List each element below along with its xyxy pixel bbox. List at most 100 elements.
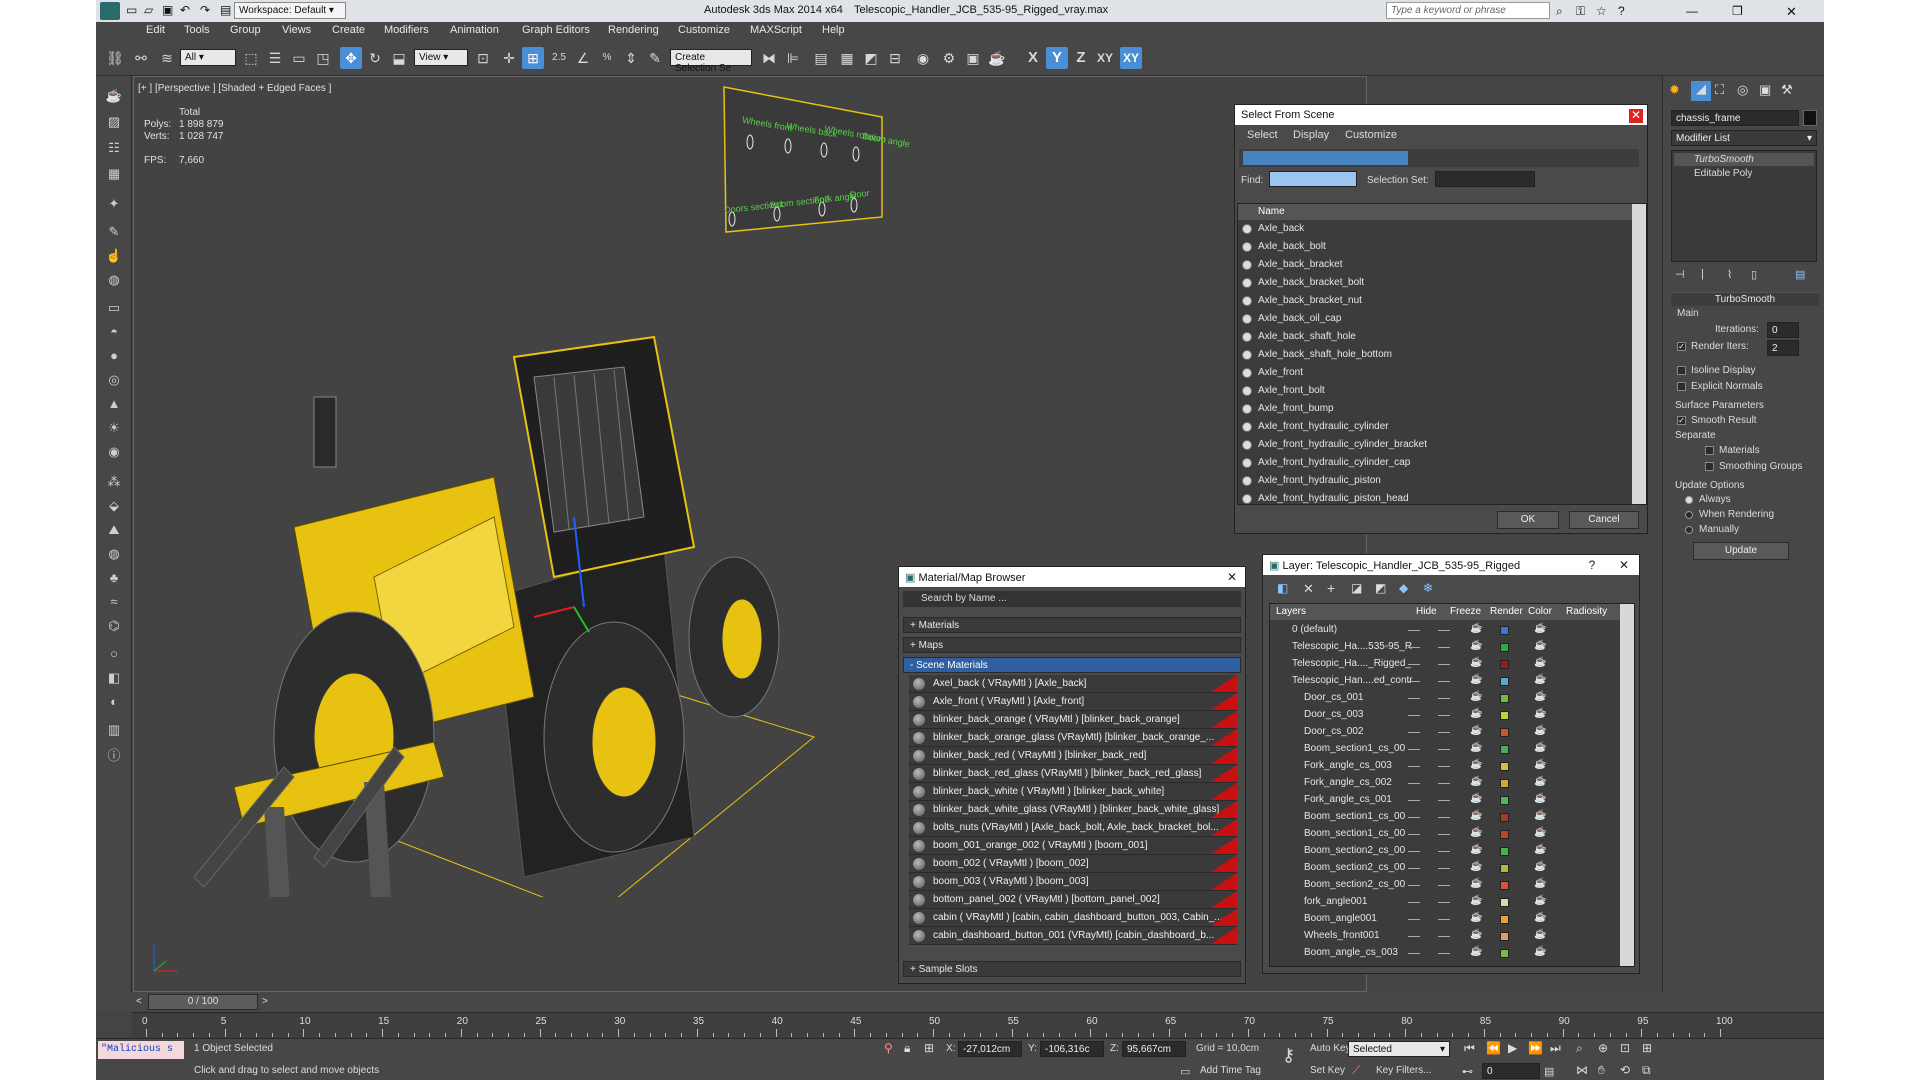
render-teapot-icon[interactable]: ☕	[1470, 657, 1482, 668]
utilities-tab-icon[interactable]: ⚒	[1781, 82, 1793, 98]
edit-named-selection-icon[interactable]: ✎	[644, 47, 666, 69]
hide-toggle[interactable]	[1408, 749, 1420, 750]
layer-color-swatch[interactable]	[1500, 898, 1509, 907]
axis-z-button[interactable]: Z	[1070, 47, 1092, 69]
list-icon[interactable]: ☷	[103, 138, 125, 158]
smooth-result-checkbox[interactable]: ✓	[1677, 416, 1686, 425]
radiosity-teapot-icon[interactable]: ☕	[1534, 827, 1546, 838]
layer-row[interactable]: 0 (default) ☕ ☕	[1274, 622, 1606, 639]
object-type-filters[interactable]	[1243, 151, 1543, 165]
layer-color-swatch[interactable]	[1500, 932, 1509, 941]
material-item[interactable]: bottom_panel_002 ( VRayMtl ) [bottom_pan…	[909, 891, 1237, 909]
display-tab-icon[interactable]: ▣	[1759, 82, 1771, 98]
section-sample-slots[interactable]: + Sample Slots	[903, 961, 1241, 977]
layer-color-swatch[interactable]	[1500, 660, 1509, 669]
key-filters-button[interactable]: Key Filters...	[1376, 1065, 1432, 1076]
previous-frame-icon[interactable]: ⏪	[1486, 1041, 1501, 1055]
rendered-frame-icon[interactable]: ▣	[962, 47, 984, 69]
layer-row[interactable]: Door_cs_002 ☕ ☕	[1274, 724, 1606, 741]
mountain-icon[interactable]: ⛰	[103, 520, 125, 540]
radiosity-teapot-icon[interactable]: ☕	[1534, 640, 1546, 651]
axis-y-button[interactable]: Y	[1046, 47, 1068, 69]
projection-icon[interactable]: ◧	[103, 668, 125, 688]
hide-all-icon[interactable]: ◆	[1399, 581, 1408, 595]
render-setup-icon[interactable]: ⚙	[938, 47, 960, 69]
radiosity-teapot-icon[interactable]: ☕	[1534, 895, 1546, 906]
photo-icon[interactable]: ▨	[103, 112, 125, 132]
select-scene-titlebar[interactable]: Select From Scene	[1235, 105, 1647, 125]
open-file-icon[interactable]: ▱	[144, 3, 153, 17]
render-teapot-icon[interactable]: ☕	[1470, 742, 1482, 753]
render-teapot-icon[interactable]: ☕	[1470, 895, 1482, 906]
radiosity-teapot-icon[interactable]: ☕	[1534, 674, 1546, 685]
list-item[interactable]: Axle_front_hydraulic_piston	[1238, 472, 1632, 490]
freeze-toggle[interactable]	[1438, 647, 1450, 648]
when-rendering-radio[interactable]	[1685, 511, 1693, 519]
cone-icon[interactable]: ▲	[103, 394, 125, 414]
render-teapot-icon[interactable]: ☕	[1470, 776, 1482, 787]
menu-views[interactable]: Views	[282, 24, 311, 36]
x-coordinate-field[interactable]: -27,012cm	[958, 1041, 1022, 1057]
redo-icon[interactable]: ↷	[200, 3, 210, 17]
freeze-toggle[interactable]	[1438, 664, 1450, 665]
info-icon[interactable]: ⓘ	[103, 746, 125, 766]
hide-toggle[interactable]	[1408, 647, 1420, 648]
menu-create[interactable]: Create	[332, 24, 365, 36]
layer-list[interactable]: Layers Hide Freeze Render Color Radiosit…	[1269, 603, 1635, 967]
link-icon[interactable]: ⛓	[104, 47, 126, 69]
freeze-toggle[interactable]	[1438, 953, 1450, 954]
pan-icon[interactable]: ✋︎	[1598, 1063, 1605, 1078]
material-item[interactable]: Axle_front ( VRayMtl ) [Axle_front]	[909, 693, 1237, 711]
key-mode-icon[interactable]: ⚷	[1282, 1045, 1295, 1066]
angle-snap-icon[interactable]: ∠	[572, 47, 594, 69]
camera-icon[interactable]: ◍	[103, 270, 125, 290]
hide-toggle[interactable]	[1408, 732, 1420, 733]
list-item[interactable]: Axle_back_shaft_hole_bottom	[1238, 346, 1632, 364]
field-of-view-icon[interactable]: ⋈	[1576, 1063, 1588, 1077]
list-scrollbar[interactable]	[1632, 204, 1646, 504]
time-tag-icon[interactable]: ▭	[1180, 1065, 1190, 1078]
select-in-layer-icon[interactable]: ◪	[1351, 581, 1362, 595]
scene-object-list[interactable]: Name Axle_back Axle_back_bolt Axle_back_…	[1237, 203, 1647, 505]
material-editor-icon[interactable]: ◉	[912, 47, 934, 69]
create-layer-icon[interactable]: ◧	[1277, 581, 1288, 595]
plant-icon[interactable]: ♣	[103, 568, 125, 588]
window-crossing-icon[interactable]: ◳	[312, 47, 334, 69]
layer-row[interactable]: Boom_angle_cs_003 ☕ ☕	[1274, 945, 1606, 962]
pivot-center-icon[interactable]: ⊡	[472, 47, 494, 69]
create-tab-icon[interactable]: ✹	[1669, 82, 1680, 98]
paint-icon[interactable]: ✎	[103, 222, 125, 242]
menu-edit[interactable]: Edit	[146, 24, 165, 36]
zoom-extents-all-icon[interactable]: ⊞	[1642, 1041, 1652, 1055]
binoculars-icon[interactable]: ⌕	[1556, 4, 1563, 19]
modifier-list-dropdown[interactable]: Modifier List ▾	[1671, 130, 1817, 146]
update-button[interactable]: Update	[1693, 542, 1789, 560]
paint-bucket-icon[interactable]: ⬙	[103, 496, 125, 516]
select-by-name-icon[interactable]: ☰	[264, 47, 286, 69]
radiosity-teapot-icon[interactable]: ☕	[1534, 725, 1546, 736]
set-key-button[interactable]: Set Key	[1310, 1065, 1345, 1076]
layer-color-swatch[interactable]	[1500, 626, 1509, 635]
ref-coord-dropdown[interactable]: View ▾	[414, 49, 468, 66]
hide-toggle[interactable]	[1408, 681, 1420, 682]
hide-toggle[interactable]	[1408, 868, 1420, 869]
next-frame-icon[interactable]: ⏩	[1528, 1041, 1543, 1055]
list-item[interactable]: Axle_front_hydraulic_piston_head	[1238, 490, 1632, 504]
layer-color-swatch[interactable]	[1500, 915, 1509, 924]
add-time-tag[interactable]: Add Time Tag	[1200, 1065, 1261, 1076]
ribbon-icon[interactable]: ▦	[836, 47, 858, 69]
go-to-start-icon[interactable]: ⏮	[1464, 1041, 1475, 1056]
layer-color-swatch[interactable]	[1500, 762, 1509, 771]
unlink-icon[interactable]: ⚯	[130, 47, 152, 69]
layer-color-swatch[interactable]	[1500, 745, 1509, 754]
render-teapot-icon[interactable]: ☕	[1470, 691, 1482, 702]
render-teapot-icon[interactable]: ☕	[1470, 912, 1482, 923]
light-bulb-icon[interactable]: ✦	[103, 194, 125, 214]
hide-toggle[interactable]	[1408, 851, 1420, 852]
menu-tools[interactable]: Tools	[184, 24, 210, 36]
viewport-label[interactable]: [+ ] [Perspective ] [Shaded + Edged Face…	[138, 83, 331, 94]
hide-toggle[interactable]	[1408, 664, 1420, 665]
freeze-toggle[interactable]	[1438, 851, 1450, 852]
layer-color-swatch[interactable]	[1500, 711, 1509, 720]
always-radio[interactable]	[1685, 496, 1693, 504]
